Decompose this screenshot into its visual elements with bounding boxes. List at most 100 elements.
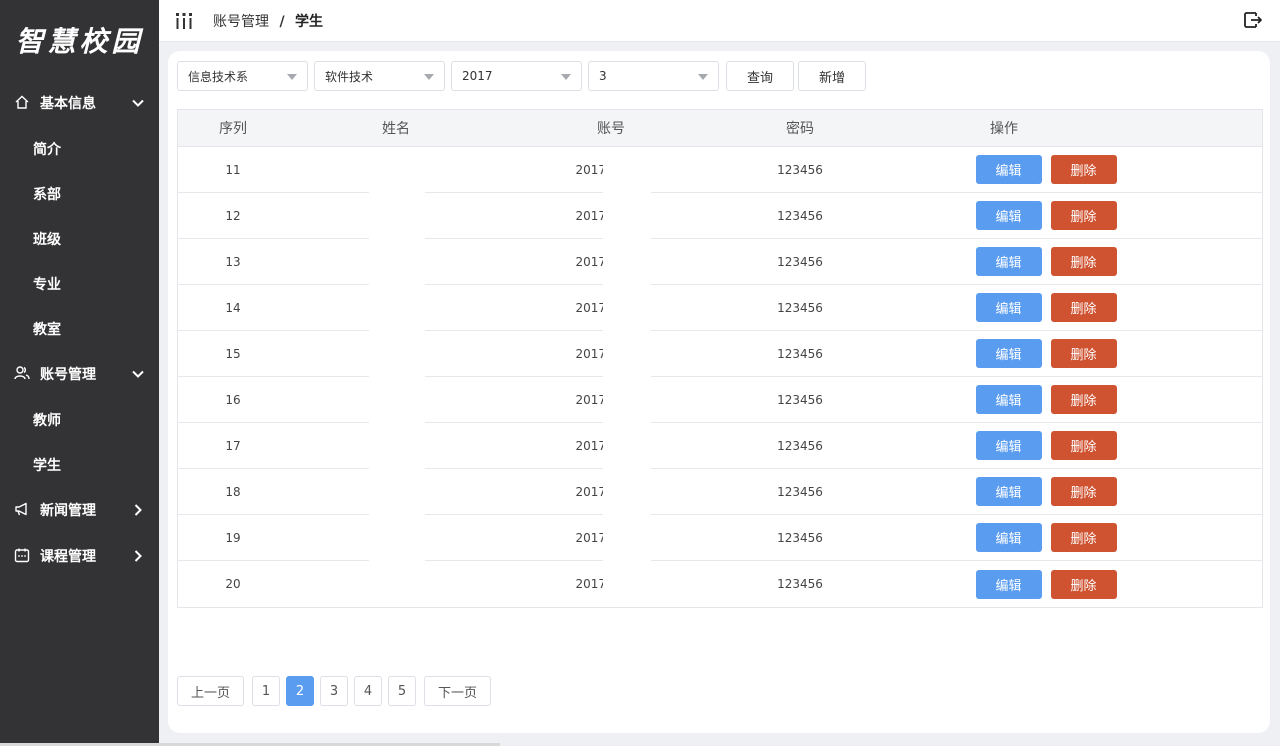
class-value: 3 bbox=[599, 69, 607, 83]
table-row: 13 2017 123456 编辑 删除 bbox=[178, 239, 1262, 285]
cell-index: 18 bbox=[225, 484, 241, 499]
prev-page-button[interactable]: 上一页 bbox=[177, 676, 244, 706]
table-row: 16 2017 123456 编辑 删除 bbox=[178, 377, 1262, 423]
table-row: 15 2017 123456 编辑 删除 bbox=[178, 331, 1262, 377]
edit-button[interactable]: 编辑 bbox=[975, 339, 1042, 368]
major-value: 软件技术 bbox=[325, 69, 374, 84]
sidebar-group-basic-info[interactable]: 基本信息 bbox=[0, 80, 159, 126]
cell-index: 12 bbox=[225, 208, 241, 223]
query-button[interactable]: 查询 bbox=[726, 61, 794, 91]
breadcrumb: 账号管理 / 学生 bbox=[213, 11, 323, 31]
delete-button[interactable]: 删除 bbox=[1050, 293, 1117, 322]
table-header: 序列 姓名 账号 密码 操作 bbox=[178, 110, 1262, 147]
sidebar-group-courses[interactable]: 课程管理 bbox=[0, 533, 159, 579]
redaction-mask bbox=[603, 147, 651, 193]
cell-password: 123456 bbox=[777, 438, 823, 453]
delete-button[interactable]: 删除 bbox=[1050, 201, 1117, 230]
year-value: 2017 bbox=[462, 69, 493, 83]
cell-actions: 编辑 删除 bbox=[830, 385, 1262, 414]
sidebar: 智慧校园 基本信息 简介 系部 班级 专业 教室 账号管理 教师 学生 新闻管理 bbox=[0, 0, 159, 746]
cell-password: 123456 bbox=[777, 254, 823, 269]
breadcrumb-parent[interactable]: 账号管理 bbox=[213, 14, 269, 30]
sidebar-group-label: 新闻管理 bbox=[40, 503, 96, 519]
edit-button[interactable]: 编辑 bbox=[975, 523, 1042, 552]
app-logo: 智慧校园 bbox=[15, 25, 144, 58]
table-body: 11 2017 123456 编辑 删除 12 2017 123456 编辑 删除 13 2017 12… bbox=[178, 147, 1262, 607]
sidebar-item-teachers[interactable]: 教师 bbox=[0, 397, 159, 442]
sidebar-item-majors[interactable]: 专业 bbox=[0, 261, 159, 306]
table-row: 20 2017 123456 编辑 删除 bbox=[178, 561, 1262, 607]
cell-password: 123456 bbox=[777, 346, 823, 361]
users-icon bbox=[14, 365, 32, 383]
cell-actions: 编辑 删除 bbox=[830, 431, 1262, 460]
year-select[interactable]: 2017 bbox=[451, 61, 582, 91]
header-password: 密码 bbox=[786, 121, 814, 137]
table-row: 17 2017 123456 编辑 删除 bbox=[178, 423, 1262, 469]
sidebar-item-students[interactable]: 学生 bbox=[0, 442, 159, 487]
add-button[interactable]: 新增 bbox=[798, 61, 866, 91]
calendar-icon bbox=[14, 547, 32, 565]
header-actions: 操作 bbox=[990, 121, 1018, 137]
cell-actions: 编辑 删除 bbox=[830, 477, 1262, 506]
delete-button[interactable]: 删除 bbox=[1050, 385, 1117, 414]
cell-password: 123456 bbox=[777, 530, 823, 545]
sidebar-group-news[interactable]: 新闻管理 bbox=[0, 487, 159, 533]
redaction-mask bbox=[603, 469, 651, 515]
chevron-down-icon bbox=[127, 370, 149, 378]
sidebar-item-departments[interactable]: 系部 bbox=[0, 171, 159, 216]
pagination: 上一页 12345 下一页 bbox=[177, 676, 491, 706]
page-button-2[interactable]: 2 bbox=[286, 676, 314, 706]
delete-button[interactable]: 删除 bbox=[1050, 339, 1117, 368]
cell-actions: 编辑 删除 bbox=[830, 523, 1262, 552]
edit-button[interactable]: 编辑 bbox=[975, 201, 1042, 230]
sidebar-item-classes[interactable]: 班级 bbox=[0, 216, 159, 261]
cell-actions: 编辑 删除 bbox=[830, 339, 1262, 368]
edit-button[interactable]: 编辑 bbox=[975, 293, 1042, 322]
edit-button[interactable]: 编辑 bbox=[975, 477, 1042, 506]
cell-password: 123456 bbox=[777, 162, 823, 177]
caret-down-icon bbox=[287, 74, 297, 80]
redaction-mask bbox=[369, 331, 425, 377]
logout-icon[interactable] bbox=[1242, 9, 1264, 31]
page-button-1[interactable]: 1 bbox=[252, 676, 280, 706]
delete-button[interactable]: 删除 bbox=[1050, 569, 1117, 599]
cell-index: 17 bbox=[225, 438, 241, 453]
table-row: 19 2017 123456 编辑 删除 bbox=[178, 515, 1262, 561]
next-page-button[interactable]: 下一页 bbox=[424, 676, 491, 706]
sidebar-item-intro[interactable]: 简介 bbox=[0, 126, 159, 171]
menu-icon[interactable] bbox=[175, 11, 195, 31]
delete-button[interactable]: 删除 bbox=[1050, 155, 1117, 184]
edit-button[interactable]: 编辑 bbox=[975, 431, 1042, 460]
delete-button[interactable]: 删除 bbox=[1050, 477, 1117, 506]
home-icon bbox=[14, 94, 32, 112]
major-select[interactable]: 软件技术 bbox=[314, 61, 445, 91]
cell-actions: 编辑 删除 bbox=[830, 201, 1262, 230]
header-account: 账号 bbox=[597, 121, 625, 137]
redaction-mask bbox=[369, 239, 425, 285]
edit-button[interactable]: 编辑 bbox=[975, 155, 1042, 184]
redaction-mask bbox=[369, 285, 425, 331]
department-select[interactable]: 信息技术系 bbox=[177, 61, 308, 91]
class-select[interactable]: 3 bbox=[588, 61, 719, 91]
redaction-mask bbox=[603, 239, 651, 285]
edit-button[interactable]: 编辑 bbox=[975, 385, 1042, 414]
edit-button[interactable]: 编辑 bbox=[975, 569, 1042, 599]
cell-actions: 编辑 删除 bbox=[830, 293, 1262, 322]
delete-button[interactable]: 删除 bbox=[1050, 247, 1117, 276]
table-row: 12 2017 123456 编辑 删除 bbox=[178, 193, 1262, 239]
delete-button[interactable]: 删除 bbox=[1050, 523, 1117, 552]
page-button-3[interactable]: 3 bbox=[320, 676, 348, 706]
page-button-5[interactable]: 5 bbox=[388, 676, 416, 706]
chevron-right-icon bbox=[127, 504, 149, 516]
redaction-mask bbox=[603, 193, 651, 239]
cell-index: 15 bbox=[225, 346, 241, 361]
table-row: 14 2017 123456 编辑 删除 bbox=[178, 285, 1262, 331]
page-button-4[interactable]: 4 bbox=[354, 676, 382, 706]
sidebar-group-accounts[interactable]: 账号管理 bbox=[0, 351, 159, 397]
redaction-mask bbox=[603, 561, 651, 607]
sidebar-item-classrooms[interactable]: 教室 bbox=[0, 306, 159, 351]
edit-button[interactable]: 编辑 bbox=[975, 247, 1042, 276]
top-header: 账号管理 / 学生 bbox=[159, 0, 1280, 42]
delete-button[interactable]: 删除 bbox=[1050, 431, 1117, 460]
header-name: 姓名 bbox=[382, 121, 410, 137]
